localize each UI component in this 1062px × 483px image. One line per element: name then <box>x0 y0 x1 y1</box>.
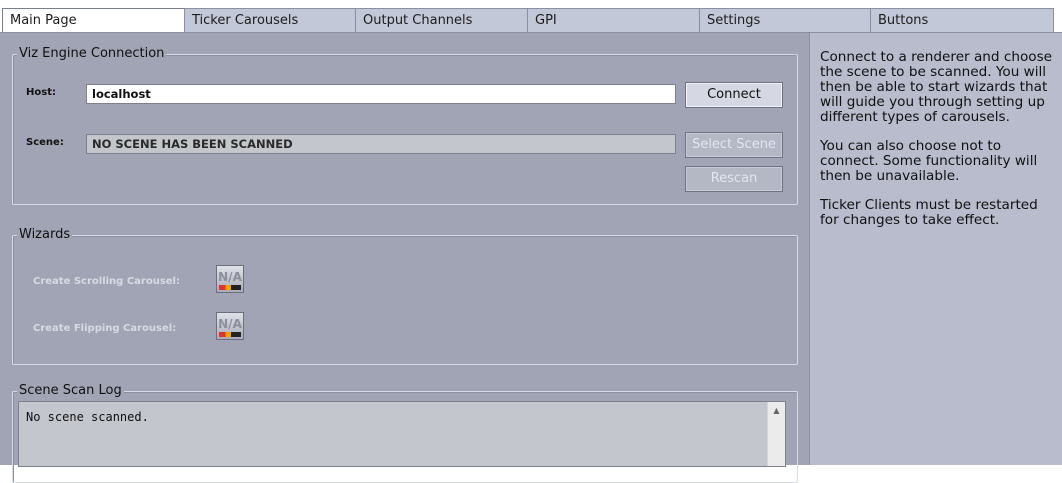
icon-strip <box>219 285 241 290</box>
wizards-group: Wizards Create Scrolling Carousel: N/A C… <box>12 227 798 365</box>
group-legend: Wizards <box>17 227 73 243</box>
scrolling-carousel-icon[interactable]: N/A <box>216 265 244 293</box>
rescan-button[interactable]: Rescan <box>685 166 783 192</box>
scan-log-scrollbar[interactable]: ▲ <box>767 402 785 466</box>
tab-label: GPI <box>535 13 557 28</box>
scene-field: NO SCENE HAS BEEN SCANNED <box>86 134 676 154</box>
help-panel: Connect to a renderer and choose the sce… <box>809 33 1062 465</box>
main-panel: Viz Engine Connection Host: localhost Co… <box>0 33 809 483</box>
scene-scan-log-group: Scene Scan Log No scene scanned. ▲ <box>12 383 798 483</box>
help-paragraph-connect: Connect to a renderer and choose the sce… <box>820 49 1053 125</box>
flipping-carousel-icon[interactable]: N/A <box>216 312 244 340</box>
connect-button[interactable]: Connect <box>685 82 783 108</box>
scrolling-carousel-label: Create Scrolling Carousel: <box>33 276 180 287</box>
tab-label: Output Channels <box>363 13 473 28</box>
icon-text: N/A <box>218 270 242 284</box>
tab-label: Ticker Carousels <box>192 13 299 28</box>
group-legend: Viz Engine Connection <box>17 46 167 62</box>
tab-bar: Main Page Ticker Carousels Output Channe… <box>0 0 1062 33</box>
tab-main-page[interactable]: Main Page <box>2 8 185 33</box>
help-text: Connect to a renderer and choose the sce… <box>820 50 1058 242</box>
host-label: Host: <box>26 87 56 98</box>
viz-engine-connection-group: Viz Engine Connection Host: localhost Co… <box>12 46 798 205</box>
group-legend: Scene Scan Log <box>17 383 124 399</box>
help-paragraph-optional: You can also choose not to connect. Some… <box>820 138 1038 184</box>
tab-label: Main Page <box>10 13 77 28</box>
tab-buttons[interactable]: Buttons <box>870 8 1054 32</box>
tab-gpi[interactable]: GPI <box>527 8 700 32</box>
scene-label: Scene: <box>26 137 64 148</box>
icon-text: N/A <box>218 317 242 331</box>
host-input[interactable]: localhost <box>86 84 676 104</box>
select-scene-button[interactable]: Select Scene <box>685 132 783 158</box>
tab-list: Main Page Ticker Carousels Output Channe… <box>2 8 1054 33</box>
tab-label: Settings <box>707 13 761 28</box>
scan-log-textarea[interactable]: No scene scanned. ▲ <box>18 401 786 467</box>
scroll-up-arrow-icon[interactable]: ▲ <box>768 402 785 419</box>
flipping-carousel-label: Create Flipping Carousel: <box>33 323 177 334</box>
tab-output-channels[interactable]: Output Channels <box>355 8 528 32</box>
tab-ticker-carousels[interactable]: Ticker Carousels <box>184 8 356 32</box>
tab-settings[interactable]: Settings <box>699 8 871 32</box>
tab-label: Buttons <box>878 13 929 28</box>
icon-strip <box>219 332 241 337</box>
scan-log-text: No scene scanned. <box>26 410 149 424</box>
help-paragraph-restart: Ticker Clients must be restarted for cha… <box>820 197 1038 228</box>
